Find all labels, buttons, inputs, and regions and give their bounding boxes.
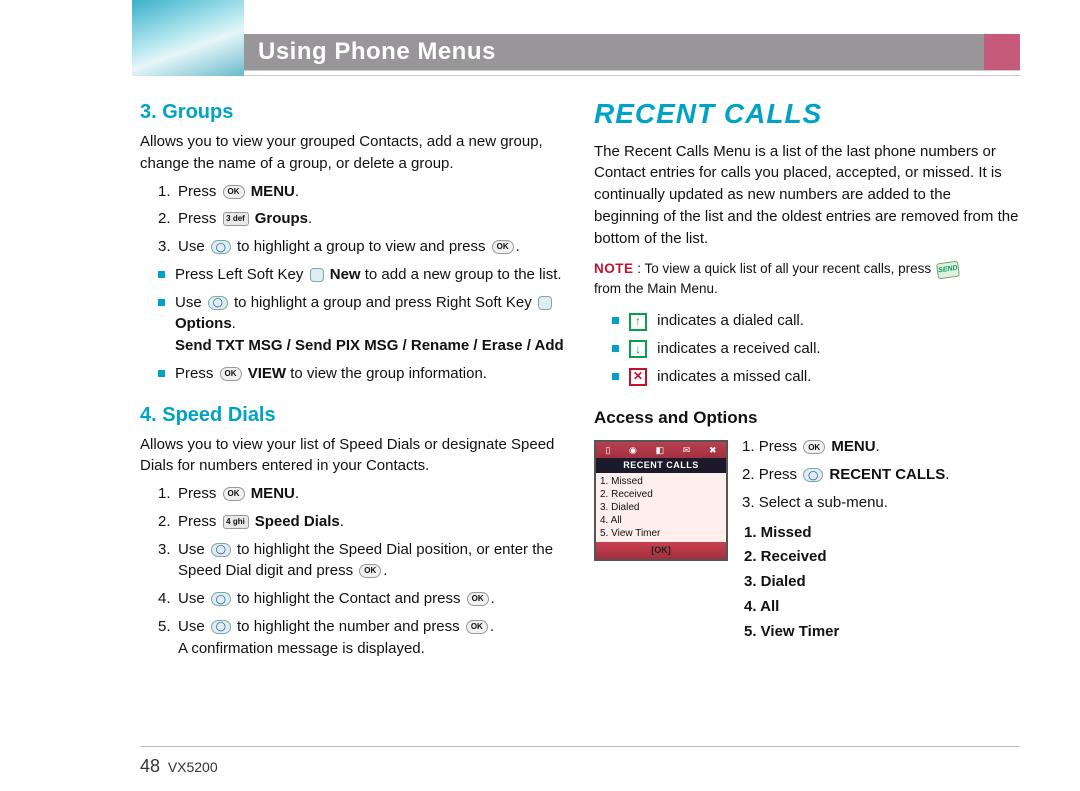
ok-key-icon: OK (492, 240, 514, 254)
dialed-call-icon: ↑ (629, 313, 647, 331)
page-number: 48 (140, 756, 160, 776)
key-3-icon: 3 def (223, 212, 249, 226)
right-soft-key-icon (538, 296, 552, 310)
nav-key-icon: ◯ (211, 543, 231, 557)
page-header: Using Phone Menus (0, 0, 1080, 76)
header-photo (132, 0, 244, 76)
list-item: 5. Use ◯ to highlight the number and pre… (158, 616, 566, 660)
phone-softkey-bar: [OK] (596, 542, 726, 559)
submenu-item: 2. Received (744, 546, 1020, 568)
left-column: 3. Groups Allows you to view your groupe… (140, 94, 566, 665)
list-item: 4. Use ◯ to highlight the Contact and pr… (158, 588, 566, 610)
bullet-item: Use ◯ to highlight a group and press Rig… (158, 292, 566, 357)
list-item: 3. Use ◯ to highlight a group to view an… (158, 236, 566, 258)
bullet-icon (612, 317, 619, 324)
send-key-icon: SEND (936, 260, 960, 279)
note-label: NOTE (594, 261, 634, 276)
bullet-icon (612, 345, 619, 352)
phone-menu-row: 2. Received (600, 488, 722, 501)
phone-screenshot: ▯◉◧✉✖ RECENT CALLS 1. Missed 2. Received… (594, 440, 728, 561)
ok-key-icon: OK (803, 440, 825, 454)
options-sublist: Send TXT MSG / Send PIX MSG / Rename / E… (175, 335, 566, 357)
groups-intro: Allows you to view your grouped Contacts… (140, 131, 566, 175)
section-heading-speed-dials: 4. Speed Dials (140, 401, 566, 430)
ok-key-icon: OK (467, 592, 489, 606)
left-soft-key-icon (310, 268, 324, 282)
access-options-heading: Access and Options (594, 406, 1020, 431)
recent-calls-intro: The Recent Calls Menu is a list of the l… (594, 141, 1020, 250)
submenu-item: 4. All (744, 596, 1020, 618)
submenu-item: 5. View Timer (744, 621, 1020, 643)
right-column: RECENT CALLS The Recent Calls Menu is a … (594, 94, 1020, 665)
manual-page: Using Phone Menus 3. Groups Allows you t… (0, 0, 1080, 791)
phone-menu-row: 5. View Timer (600, 527, 722, 540)
submenu-item: 1. Missed (744, 522, 1020, 544)
content-columns: 3. Groups Allows you to view your groupe… (0, 76, 1080, 665)
indicator-item: ↓ indicates a received call. (612, 338, 1020, 360)
nav-key-icon: ◯ (208, 296, 228, 310)
ok-key-icon: OK (223, 487, 245, 501)
access-block: ▯◉◧✉✖ RECENT CALLS 1. Missed 2. Received… (594, 436, 1020, 645)
phone-menu-row: 1. Missed (600, 475, 722, 488)
ok-key-icon: OK (220, 367, 242, 381)
list-item: 1. Press OK MENU. (158, 483, 566, 505)
bullet-icon (158, 271, 165, 278)
section-heading-groups: 3. Groups (140, 98, 566, 127)
phone-menu-row: 4. All (600, 514, 722, 527)
list-item: 1. Press OK MENU. (158, 181, 566, 203)
header-accent-square (984, 34, 1020, 70)
recent-calls-heading: RECENT CALLS (594, 94, 1020, 135)
phone-status-bar: ▯◉◧✉✖ (596, 442, 726, 458)
nav-key-icon: ◯ (211, 620, 231, 634)
groups-steps: 1. Press OK MENU. 2. Press 3 def Groups.… (140, 181, 566, 258)
speed-dials-steps: 1. Press OK MENU. 2. Press 4 ghi Speed D… (140, 483, 566, 659)
indicator-item: ↑ indicates a dialed call. (612, 310, 1020, 332)
page-footer: 48 VX5200 (140, 756, 218, 777)
submenu-list: 1. Missed 2. Received 3. Dialed 4. All 5… (744, 522, 1020, 643)
phone-menu-title: RECENT CALLS (596, 458, 726, 473)
nav-key-icon: ◯ (211, 592, 231, 606)
indicator-item: ✕ indicates a missed call. (612, 366, 1020, 388)
bullet-item: Press OK VIEW to view the group informat… (158, 363, 566, 385)
header-rules (244, 70, 1020, 76)
key-4-icon: 4 ghi (223, 515, 249, 529)
missed-call-icon: ✕ (629, 368, 647, 386)
bullet-item: Press Left Soft Key New to add a new gro… (158, 264, 566, 286)
phone-menu-row: 3. Dialed (600, 501, 722, 514)
nav-key-icon: ◯ (803, 468, 823, 482)
ok-key-icon: OK (359, 564, 381, 578)
ok-key-icon: OK (223, 185, 245, 199)
footer-rule (140, 746, 1020, 747)
bullet-icon (612, 373, 619, 380)
speed-dials-intro: Allows you to view your list of Speed Di… (140, 434, 566, 478)
bullet-icon (158, 370, 165, 377)
model-number: VX5200 (168, 759, 218, 775)
phone-menu-body: 1. Missed 2. Received 3. Dialed 4. All 5… (596, 473, 726, 542)
note-block: NOTE : To view a quick list of all your … (594, 259, 1020, 298)
received-call-icon: ↓ (629, 340, 647, 358)
list-item: 2. Press 4 ghi Speed Dials. (158, 511, 566, 533)
page-title: Using Phone Menus (258, 38, 496, 66)
header-strip: Using Phone Menus (244, 34, 1000, 70)
list-item: 3. Use ◯ to highlight the Speed Dial pos… (158, 539, 566, 583)
ok-key-icon: OK (466, 620, 488, 634)
bullet-icon (158, 299, 165, 306)
list-item: 2. Press 3 def Groups. (158, 208, 566, 230)
submenu-item: 3. Dialed (744, 571, 1020, 593)
nav-key-icon: ◯ (211, 240, 231, 254)
